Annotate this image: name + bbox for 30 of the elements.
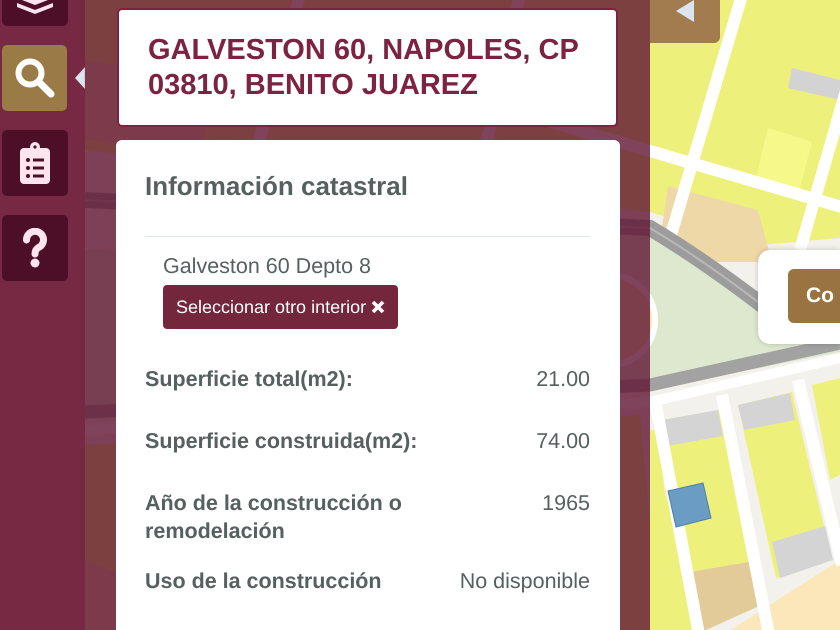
pointer-icon [75, 67, 85, 89]
field-label: Uso de la construcción [145, 568, 383, 595]
help-button[interactable] [2, 215, 68, 281]
close-icon [371, 300, 386, 314]
checklist-icon [20, 142, 50, 184]
field-label: Superficie construida(m2): [145, 428, 418, 455]
collapse-button[interactable] [650, 0, 720, 43]
layers-icon [17, 0, 53, 14]
search-button[interactable] [2, 45, 68, 111]
field-value: 74.00 [536, 428, 590, 455]
interior-name: Galveston 60 Depto 8 [163, 253, 371, 279]
highlighted-parcel [667, 482, 712, 528]
field-value: 1965 [542, 490, 590, 517]
layers-button[interactable] [2, 0, 68, 26]
field-label: Superficie total(m2): [145, 366, 354, 393]
action-button[interactable]: Co [788, 269, 840, 323]
address-title: GALVESTON 60, NAPOLES, CP 03810, BENITO JUAREZ [148, 32, 580, 102]
field-label: Año de la construcción o remodelación [145, 490, 403, 545]
building [788, 68, 840, 100]
caret-icon [676, 0, 694, 22]
building [772, 526, 833, 578]
checklist-button[interactable] [2, 130, 68, 196]
building [738, 393, 795, 430]
question-icon [22, 228, 48, 268]
building [662, 410, 723, 446]
field-value: 21.00 [536, 366, 590, 393]
info-title: Información catastral [145, 171, 408, 201]
select-interior-button[interactable]: Seleccionar otro interior [163, 285, 398, 329]
search-icon [14, 57, 56, 99]
field-value: No disponible [460, 568, 590, 595]
